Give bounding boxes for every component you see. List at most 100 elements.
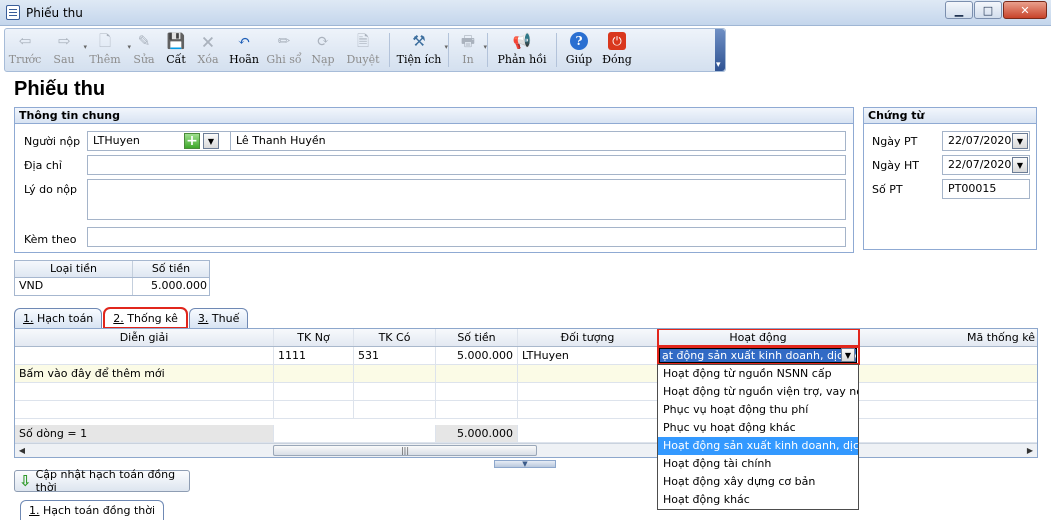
activity-option[interactable]: Phục vụ hoạt động thu phí bbox=[658, 401, 858, 419]
tab-tax-label: Thuế bbox=[208, 312, 240, 325]
empty-cell bbox=[436, 383, 518, 400]
tab-accounting[interactable]: 1. Hạch toán bbox=[14, 308, 103, 328]
toolbar-button-9[interactable]: 🗎 Duyệt bbox=[341, 29, 385, 71]
activity-option[interactable]: Hoạt động từ nguồn NSNN cấp bbox=[658, 365, 858, 383]
scrollbar-thumb[interactable]: ||| bbox=[273, 445, 537, 456]
total-amount: 5.000.000 bbox=[436, 425, 518, 442]
tab-concurrent-accounting[interactable]: 1. Hạch toán đồng thời bbox=[20, 500, 165, 520]
horizontal-scrollbar[interactable]: ◀ ||| ▶ bbox=[15, 443, 1037, 457]
scroll-left-icon[interactable]: ◀ bbox=[16, 445, 28, 456]
maximize-button[interactable]: □ bbox=[974, 1, 1002, 19]
row-amount-cell[interactable]: 5.000.000 bbox=[436, 347, 518, 364]
column-debit-account[interactable]: TK Nợ bbox=[274, 329, 354, 346]
date-ht-dropdown-button[interactable]: ▼ bbox=[1012, 157, 1028, 173]
table-row[interactable]: 1111 531 5.000.000 LTHuyen ạt động sản x… bbox=[15, 346, 1037, 365]
add-payer-icon[interactable]: + bbox=[184, 133, 200, 149]
toolbar-button-1[interactable]: ⇨ Sau ▾ bbox=[45, 29, 87, 71]
amount-cell[interactable]: 5.000.000 bbox=[133, 278, 209, 295]
empty-cell bbox=[15, 401, 274, 418]
date-pt-label: Ngày PT bbox=[872, 135, 918, 148]
tab-accounting-label: Hạch toán bbox=[33, 312, 94, 325]
toolbar-button-2[interactable]: 🗋 Thêm ▾ bbox=[83, 29, 131, 71]
minimize-button[interactable]: ▁ bbox=[945, 1, 973, 19]
activity-dropdown-button[interactable]: ▼ bbox=[841, 348, 855, 362]
toolbar-button-10[interactable]: ⚒ Tiện ích ▾ bbox=[394, 29, 448, 71]
save-icon: 💾 bbox=[166, 31, 186, 50]
green-down-arrow-icon: ⇩ bbox=[19, 472, 32, 490]
toolbar-button-12[interactable]: 📢 Phản hồi bbox=[492, 29, 552, 71]
dropdown-arrow-icon[interactable]: ▾ bbox=[483, 43, 487, 51]
row-credit-cell[interactable]: 531 bbox=[354, 347, 436, 364]
currency-table: Loại tiền Số tiền VND 5.000.000 bbox=[14, 260, 210, 296]
tab-statistics-number: 2. bbox=[113, 312, 124, 325]
column-object[interactable]: Đối tượng bbox=[518, 329, 658, 346]
toolbar-separator bbox=[448, 33, 449, 67]
payer-name-input[interactable]: Lê Thanh Huyền bbox=[230, 131, 846, 151]
column-statistics-code[interactable]: Mã thống kê bbox=[859, 329, 1037, 346]
empty-cell bbox=[518, 383, 658, 400]
add-row-cell bbox=[436, 365, 518, 382]
tab-statistics[interactable]: 2. Thống kê bbox=[103, 307, 188, 329]
toolbar-button-label: Sau bbox=[53, 53, 75, 66]
voucher-number-input[interactable]: PT00015 bbox=[942, 179, 1030, 199]
toolbar-button-3[interactable]: ✎ Sửa bbox=[127, 29, 161, 71]
toolbar-options-button[interactable] bbox=[715, 29, 725, 71]
tab-concurrent-number: 1. bbox=[29, 504, 40, 517]
attach-input[interactable] bbox=[87, 227, 846, 247]
payer-dropdown-button[interactable]: ▼ bbox=[203, 133, 219, 149]
toolbar-button-6[interactable]: ↶ Hoãn bbox=[225, 29, 263, 71]
toolbar-button-0[interactable]: ⇦ Trước bbox=[5, 29, 45, 71]
activity-selected-value[interactable]: ạt động sản xuất kinh doanh, dịch vụ bbox=[659, 348, 857, 363]
column-amount[interactable]: Số tiền bbox=[436, 329, 518, 346]
column-credit-account[interactable]: TK Có bbox=[354, 329, 436, 346]
column-activity[interactable]: Hoạt động bbox=[657, 329, 860, 347]
toolbar-button-label: Đóng bbox=[602, 53, 632, 66]
activity-option[interactable]: Hoạt động xây dựng cơ bản bbox=[658, 473, 858, 491]
row-statistics-code-cell[interactable] bbox=[859, 347, 1037, 364]
currency-cell[interactable]: VND bbox=[15, 278, 133, 295]
toolbar-button-label: Nạp bbox=[311, 53, 335, 66]
edit-document-icon: ✎ bbox=[137, 31, 151, 50]
sum-cell bbox=[274, 425, 436, 442]
activity-option[interactable]: Hoạt động từ nguồn viện trợ, vay nợ n bbox=[658, 383, 858, 401]
toolbar-button-8[interactable]: ⟳ Nạp bbox=[305, 29, 341, 71]
currency-row[interactable]: VND 5.000.000 bbox=[15, 278, 209, 295]
toolbar-button-5[interactable]: 🗙 Xóa bbox=[191, 29, 225, 71]
address-input[interactable] bbox=[87, 155, 846, 175]
update-concurrent-accounting-button[interactable]: ⇩ Cập nhật hạch toán đồng thời bbox=[14, 468, 190, 494]
forward-arrow-icon: ⇨ bbox=[57, 31, 71, 50]
scroll-right-icon[interactable]: ▶ bbox=[1024, 445, 1036, 456]
tab-tax[interactable]: 3. Thuế bbox=[188, 308, 249, 328]
toolbar-button-label: Phản hồi bbox=[497, 53, 547, 66]
close-window-button[interactable]: ✕ bbox=[1003, 1, 1047, 19]
tab-accounting-number: 1. bbox=[23, 312, 34, 325]
toolbar-button-4[interactable]: 💾 Cất bbox=[161, 29, 191, 71]
column-description[interactable]: Diễn giải bbox=[15, 329, 274, 346]
dropdown-arrow-icon[interactable]: ▾ bbox=[444, 43, 448, 51]
row-activity-combobox[interactable]: ạt động sản xuất kinh doanh, dịch vụ ▼ bbox=[657, 346, 860, 365]
add-new-row[interactable]: Bấm vào đây để thêm mới bbox=[15, 365, 1037, 383]
row-object-cell[interactable]: LTHuyen bbox=[518, 347, 658, 364]
date-pt-dropdown-button[interactable]: ▼ bbox=[1012, 133, 1028, 149]
row-description-cell[interactable] bbox=[15, 347, 274, 364]
activity-option[interactable]: Hoạt động tài chính bbox=[658, 455, 858, 473]
activity-option[interactable]: Phục vụ hoạt động khác bbox=[658, 419, 858, 437]
update-button-label: Cập nhật hạch toán đồng thời bbox=[35, 468, 176, 494]
activity-option[interactable]: Hoạt động sản xuất kinh doanh, dịch v bbox=[658, 437, 858, 455]
activity-option[interactable]: Hoạt động khác bbox=[658, 491, 858, 509]
toolbar-button-label: Thêm bbox=[89, 53, 121, 66]
toolbar-separator bbox=[556, 33, 557, 67]
currency-column-header: Loại tiền bbox=[15, 261, 133, 277]
add-new-row-text[interactable]: Bấm vào đây để thêm mới bbox=[15, 365, 274, 382]
toolbar-button-14[interactable]: ⏻ Đóng bbox=[597, 29, 637, 71]
summary-row: Số dòng = 1 5.000.000 bbox=[15, 425, 1037, 443]
panel-splitter[interactable]: ▼ bbox=[494, 460, 556, 468]
row-debit-cell[interactable]: 1111 bbox=[274, 347, 354, 364]
reload-icon: ⟳ bbox=[316, 31, 330, 50]
reason-textarea[interactable] bbox=[87, 179, 846, 220]
pencil-icon: ✏ bbox=[277, 31, 291, 50]
toolbar-button-7[interactable]: ✏ Ghi sổ bbox=[263, 29, 305, 71]
toolbar-button-13[interactable]: ? Giúp bbox=[561, 29, 597, 71]
window-title: Phiếu thu bbox=[26, 6, 83, 20]
toolbar-button-11[interactable]: 🖶 In ▾ bbox=[453, 29, 487, 71]
